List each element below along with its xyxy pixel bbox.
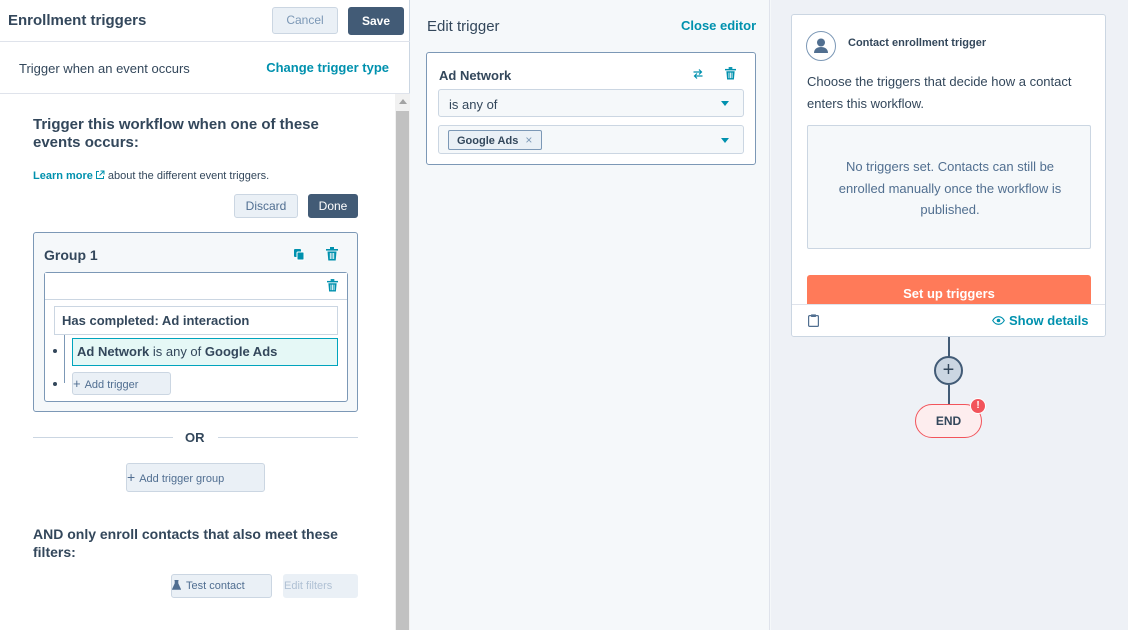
external-link-icon xyxy=(95,170,105,180)
beaker-icon xyxy=(172,580,181,590)
or-divider-right xyxy=(218,437,358,438)
card-title: Contact enrollment trigger xyxy=(848,37,987,49)
criteria-operator: is any of xyxy=(152,344,202,359)
enrollment-triggers-panel: Enrollment triggers Cancel Save Trigger … xyxy=(0,0,410,630)
tree-bullet xyxy=(53,349,57,353)
or-separator: OR xyxy=(185,430,205,445)
selected-value-tag: Google Ads × xyxy=(448,130,543,150)
save-button[interactable]: Save xyxy=(348,7,404,35)
trash-icon[interactable] xyxy=(327,279,338,292)
empty-state: No triggers set. Contacts can still be e… xyxy=(807,125,1091,249)
add-trigger-group-button[interactable]: + Add trigger group xyxy=(126,463,265,492)
or-divider-left xyxy=(33,437,173,438)
group-title: Group 1 xyxy=(44,247,98,263)
flow-connector xyxy=(948,385,950,405)
alert-badge: ! xyxy=(970,398,986,414)
close-icon[interactable]: × xyxy=(525,133,532,147)
cancel-button[interactable]: Cancel xyxy=(272,7,338,34)
trash-icon[interactable] xyxy=(725,67,736,80)
filters-heading: AND only enroll contacts that also meet … xyxy=(33,526,338,560)
show-details-label: Show details xyxy=(1009,313,1089,328)
trash-icon[interactable] xyxy=(326,247,338,261)
panel-header: Enrollment triggers Cancel Save xyxy=(0,0,410,42)
selected-criteria-row[interactable]: Ad Network is any of Google Ads xyxy=(72,338,338,366)
add-trigger-group-label: Add trigger group xyxy=(139,473,225,485)
copy-icon[interactable] xyxy=(293,248,305,261)
property-name: Ad Network xyxy=(439,68,512,83)
test-contact-label: Test contact xyxy=(186,580,245,592)
chevron-down-icon xyxy=(721,138,729,143)
operator-value: is any of xyxy=(449,97,498,112)
close-editor-link[interactable]: Close editor xyxy=(681,18,756,33)
tree-bullet xyxy=(53,382,57,386)
done-button[interactable]: Done xyxy=(308,194,358,218)
add-trigger-label: Add trigger xyxy=(84,379,139,391)
add-trigger-button[interactable]: + Add trigger xyxy=(72,372,171,395)
discard-button[interactable]: Discard xyxy=(234,194,298,218)
plus-icon: + xyxy=(73,376,81,391)
operator-select[interactable]: is any of xyxy=(438,89,744,117)
test-contact-button[interactable]: Test contact xyxy=(171,574,272,598)
learn-more-link[interactable]: Learn more xyxy=(33,170,93,182)
card-description: Choose the triggers that decide how a co… xyxy=(807,74,1072,111)
panel-title: Enrollment triggers xyxy=(8,12,147,29)
chevron-down-icon xyxy=(721,101,729,106)
value-multiselect[interactable]: Google Ads × xyxy=(438,125,744,154)
clipboard-icon[interactable] xyxy=(808,314,819,327)
event-card-header xyxy=(45,273,347,300)
card-footer: Show details xyxy=(792,304,1105,336)
tag-label: Google Ads xyxy=(457,135,519,147)
scrollbar-thumb[interactable] xyxy=(396,111,409,630)
editor-title: Edit trigger xyxy=(427,18,500,35)
learn-more-suffix: about the different event triggers. xyxy=(107,170,270,182)
scroll-up-arrow[interactable] xyxy=(399,99,407,104)
trigger-section-heading: Trigger this workflow when one of these … xyxy=(33,116,319,151)
learn-more-row: Learn more about the different event trig… xyxy=(33,170,269,182)
edit-filters-button[interactable]: Edit filters xyxy=(283,574,358,598)
trigger-event-card: Has completed: Ad interaction Ad Network… xyxy=(44,272,348,402)
eye-icon xyxy=(992,316,1005,325)
plus-icon: + xyxy=(127,469,136,485)
property-filter-card: Ad Network is any of Google Ads × xyxy=(426,52,756,165)
trigger-settings-scroll-area: Trigger this workflow when one of these … xyxy=(0,94,410,630)
flow-connector xyxy=(948,337,950,357)
show-details-link[interactable]: Show details xyxy=(992,313,1088,328)
tree-connector xyxy=(64,335,65,383)
criteria-property: Ad Network xyxy=(77,344,150,359)
change-trigger-type-link[interactable]: Change trigger type xyxy=(266,60,389,75)
edit-trigger-panel: Edit trigger Close editor Ad Network is … xyxy=(411,0,770,630)
criteria-value: Google Ads xyxy=(204,344,278,359)
empty-state-text: No triggers set. Contacts can still be e… xyxy=(838,159,1062,217)
person-icon xyxy=(806,31,836,61)
event-name[interactable]: Has completed: Ad interaction xyxy=(54,306,338,335)
trigger-type-label: Trigger when an event occurs xyxy=(19,61,190,76)
workflow-canvas: Contact enrollment trigger Choose the tr… xyxy=(771,0,1128,630)
swap-icon[interactable] xyxy=(692,68,704,80)
enrollment-trigger-card[interactable]: Contact enrollment trigger Choose the tr… xyxy=(791,14,1106,337)
add-action-button[interactable]: + xyxy=(934,356,963,385)
trigger-group: Group 1 Has completed: Ad interaction Ad… xyxy=(33,232,358,412)
trigger-type-row: Trigger when an event occurs Change trig… xyxy=(0,42,410,94)
